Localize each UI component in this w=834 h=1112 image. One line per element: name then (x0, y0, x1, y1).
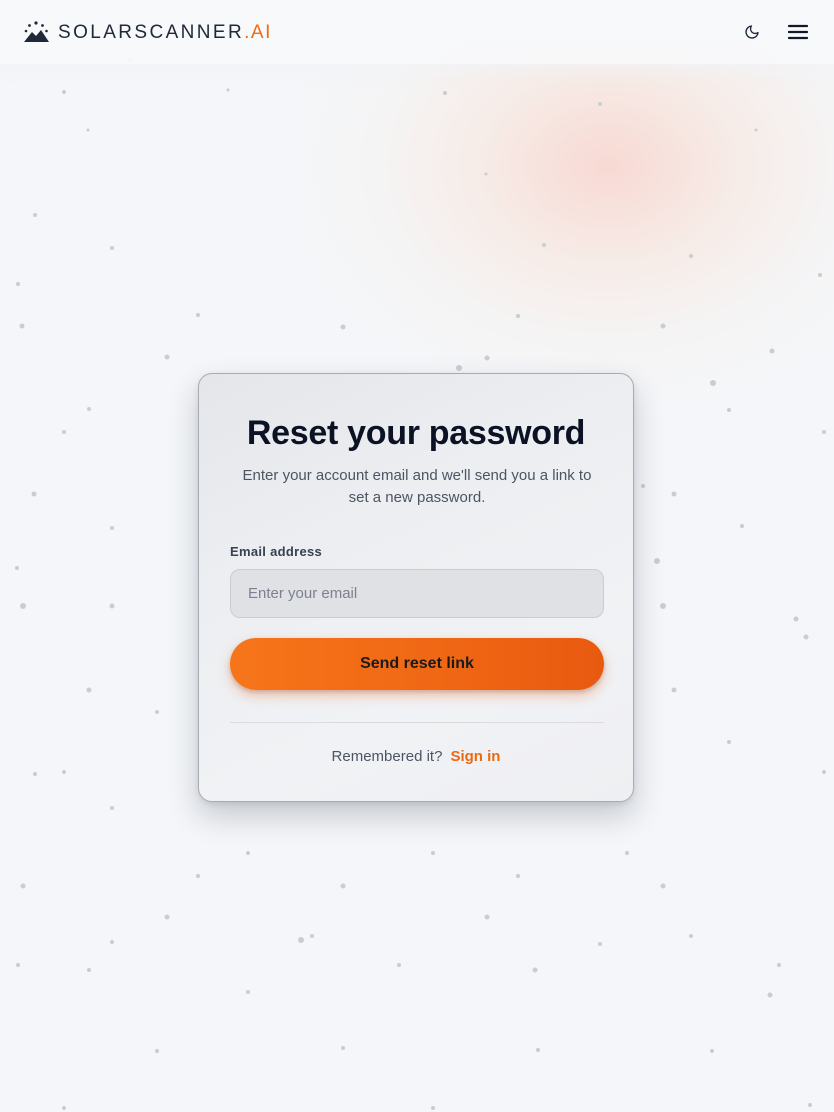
reset-password-page: SOLARSCANNER .AI Reset your password Ente… (0, 0, 834, 1112)
top-navbar: SOLARSCANNER .AI (0, 0, 834, 64)
moon-icon (745, 25, 759, 39)
signin-prompt: Remembered it? Sign in (199, 748, 633, 765)
reset-password-card: Reset your password Enter your account e… (198, 373, 634, 802)
background-glow (300, 40, 834, 400)
divider (230, 722, 604, 723)
send-reset-link-button[interactable]: Send reset link (230, 638, 604, 690)
sun-mountain-icon (24, 21, 49, 42)
remembered-text: Remembered it? (331, 748, 443, 765)
email-input[interactable] (230, 569, 604, 618)
brand-name: SOLARSCANNER (58, 22, 245, 43)
brand-logo[interactable]: SOLARSCANNER .AI (22, 18, 272, 48)
email-label: Email address (230, 544, 323, 559)
page-title: Reset your password (246, 414, 586, 452)
page-subtitle: Enter your account email and we'll send … (242, 467, 592, 506)
theme-toggle-button[interactable] (738, 18, 766, 46)
menu-button[interactable] (784, 18, 812, 46)
brand-suffix: .AI (244, 22, 272, 43)
sign-in-link[interactable]: Sign in (450, 748, 500, 765)
hamburger-menu-icon (787, 24, 809, 40)
